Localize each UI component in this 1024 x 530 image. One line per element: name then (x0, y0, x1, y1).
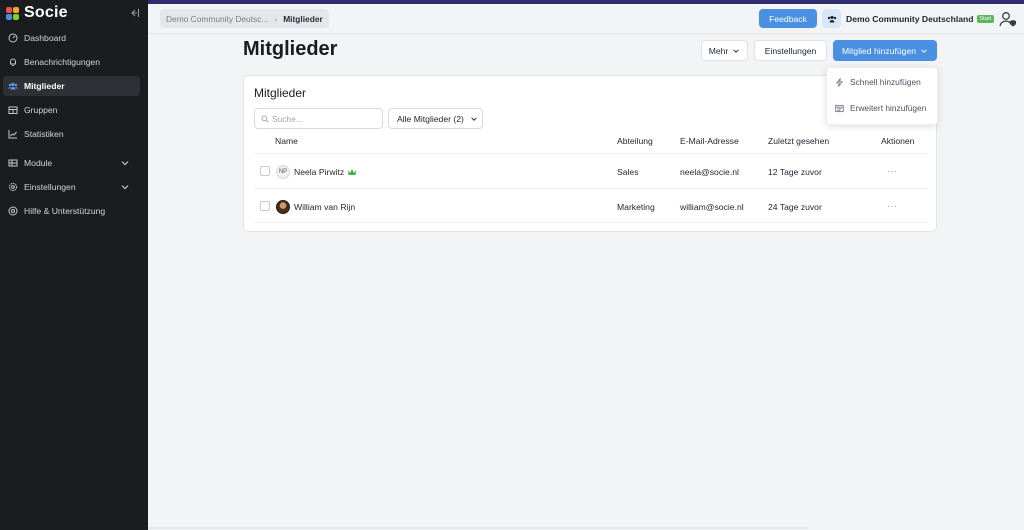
community-avatar (822, 9, 841, 28)
chevron-down-icon (121, 185, 129, 190)
community-name: Demo Community Deutschland (846, 13, 974, 24)
column-header-department[interactable]: Abteilung (617, 136, 653, 146)
menu-item-label: Schnell hinzufügen (850, 77, 921, 87)
sidebar-item-label: Einstellungen (24, 182, 76, 192)
app-name[interactable]: Socie (24, 4, 68, 22)
chevron-down-icon (471, 116, 477, 121)
table-row[interactable]: NP Neela Pirwitz Sales neela@socie.nl 12… (254, 153, 927, 188)
breadcrumb-community[interactable]: Demo Community Deutsc... (166, 14, 268, 24)
member-name[interactable]: William van Rijn (294, 202, 355, 212)
breadcrumb: Demo Community Deutsc... › Mitglieder (160, 9, 329, 28)
top-bar: Demo Community Deutsc... › Mitglieder Fe… (148, 4, 1024, 34)
column-header-actions: Aktionen (881, 136, 915, 146)
filter-label: Alle Mitglieder (2) (397, 113, 464, 124)
sidebar-item-statistics[interactable]: Statistiken (3, 124, 140, 144)
menu-item-advanced-add[interactable]: Erweitert hinzufügen (835, 100, 926, 116)
user-menu-icon[interactable] (998, 9, 1018, 28)
menu-item-quick-add[interactable]: Schnell hinzufügen (835, 74, 921, 90)
sidebar-item-help[interactable]: Hilfe & Unterstützung (3, 201, 140, 221)
community-switcher[interactable]: Demo Community Deutschland Start (822, 9, 995, 28)
avatar (276, 199, 290, 214)
socie-logo-icon (6, 6, 19, 20)
row-actions-icon[interactable]: ··· (887, 154, 897, 189)
member-email: neela@socie.nl (680, 166, 739, 177)
more-button[interactable]: Mehr (701, 40, 748, 61)
search-icon (261, 114, 269, 123)
column-header-name[interactable]: Name (275, 136, 298, 146)
sidebar-item-label: Benachrichtigungen (24, 57, 100, 67)
module-icon (8, 159, 18, 167)
member-name[interactable]: Neela Pirwitz (294, 167, 344, 177)
help-icon (8, 206, 18, 216)
sidebar-item-modules[interactable]: Module (3, 153, 140, 173)
chevron-down-icon (921, 48, 927, 53)
sidebar-item-settings[interactable]: Einstellungen (3, 177, 140, 197)
sidebar-item-label: Hilfe & Unterstützung (24, 206, 106, 216)
settings-button[interactable]: Einstellungen (754, 40, 827, 61)
member-department: Sales (617, 166, 639, 177)
chart-icon (8, 130, 17, 139)
sidebar-item-notifications[interactable]: Benachrichtigungen (3, 52, 140, 72)
sidebar-item-label: Mitglieder (24, 81, 65, 91)
chevron-down-icon (121, 161, 129, 166)
sidebar: Socie Dashboard Benachrichtigungen Mitgl… (0, 0, 148, 530)
sidebar-item-groups[interactable]: Gruppen (3, 100, 140, 120)
row-checkbox[interactable] (260, 201, 270, 211)
member-name-cell[interactable]: NP Neela Pirwitz (276, 154, 357, 189)
member-last-seen: 24 Tage zuvor (768, 201, 822, 212)
add-member-menu: Schnell hinzufügen Erweitert hinzufügen (826, 67, 938, 125)
lightning-icon (835, 77, 844, 87)
crown-icon (348, 168, 357, 175)
sidebar-item-label: Statistiken (24, 129, 64, 139)
search-field[interactable] (254, 108, 383, 129)
chevron-down-icon (733, 48, 740, 53)
gear-icon (8, 182, 18, 192)
card-title: Mitglieder (254, 86, 307, 100)
page-title: Mitglieder (243, 38, 338, 60)
member-last-seen: 12 Tage zuvor (768, 166, 822, 177)
search-input[interactable] (272, 113, 372, 124)
row-checkbox[interactable] (260, 166, 270, 176)
bell-icon (10, 58, 16, 66)
sidebar-item-label: Module (24, 158, 53, 168)
menu-item-label: Erweitert hinzufügen (850, 103, 927, 113)
dashboard-icon (8, 33, 18, 43)
form-icon (835, 104, 844, 112)
sidebar-nav: Dashboard Benachrichtigungen Mitglieder … (3, 28, 140, 225)
chevron-right-icon: › (274, 13, 278, 24)
users-icon (827, 15, 836, 22)
member-department: Marketing (617, 201, 655, 212)
breadcrumb-current: Mitglieder (283, 13, 323, 24)
feedback-button[interactable]: Feedback (759, 9, 817, 28)
groups-icon (8, 106, 18, 114)
sidebar-item-members[interactable]: Mitglieder (3, 76, 140, 96)
more-button-label: Mehr (708, 45, 729, 56)
column-header-last-seen[interactable]: Zuletzt gesehen (768, 136, 829, 146)
sidebar-item-dashboard[interactable]: Dashboard (3, 28, 140, 48)
table-row[interactable]: William van Rijn Marketing william@socie… (254, 188, 927, 223)
horizontal-scrollbar[interactable] (148, 527, 808, 529)
member-email: william@socie.nl (680, 201, 744, 212)
column-header-email[interactable]: E-Mail-Adresse (680, 136, 739, 146)
logo-row: Socie (6, 4, 142, 22)
collapse-sidebar-icon[interactable] (128, 6, 142, 20)
member-name-cell[interactable]: William van Rijn (276, 189, 355, 224)
avatar: NP (276, 164, 290, 179)
sidebar-item-label: Gruppen (24, 105, 58, 115)
users-icon (8, 82, 18, 90)
member-filter-select[interactable]: Alle Mitglieder (2) (388, 108, 483, 129)
add-member-button[interactable]: Mitglied hinzufügen (833, 40, 937, 61)
sidebar-item-label: Dashboard (24, 33, 67, 43)
plan-badge: Start (976, 14, 995, 23)
add-member-button-label: Mitglied hinzufügen (841, 45, 917, 56)
row-actions-icon[interactable]: ··· (887, 189, 897, 224)
